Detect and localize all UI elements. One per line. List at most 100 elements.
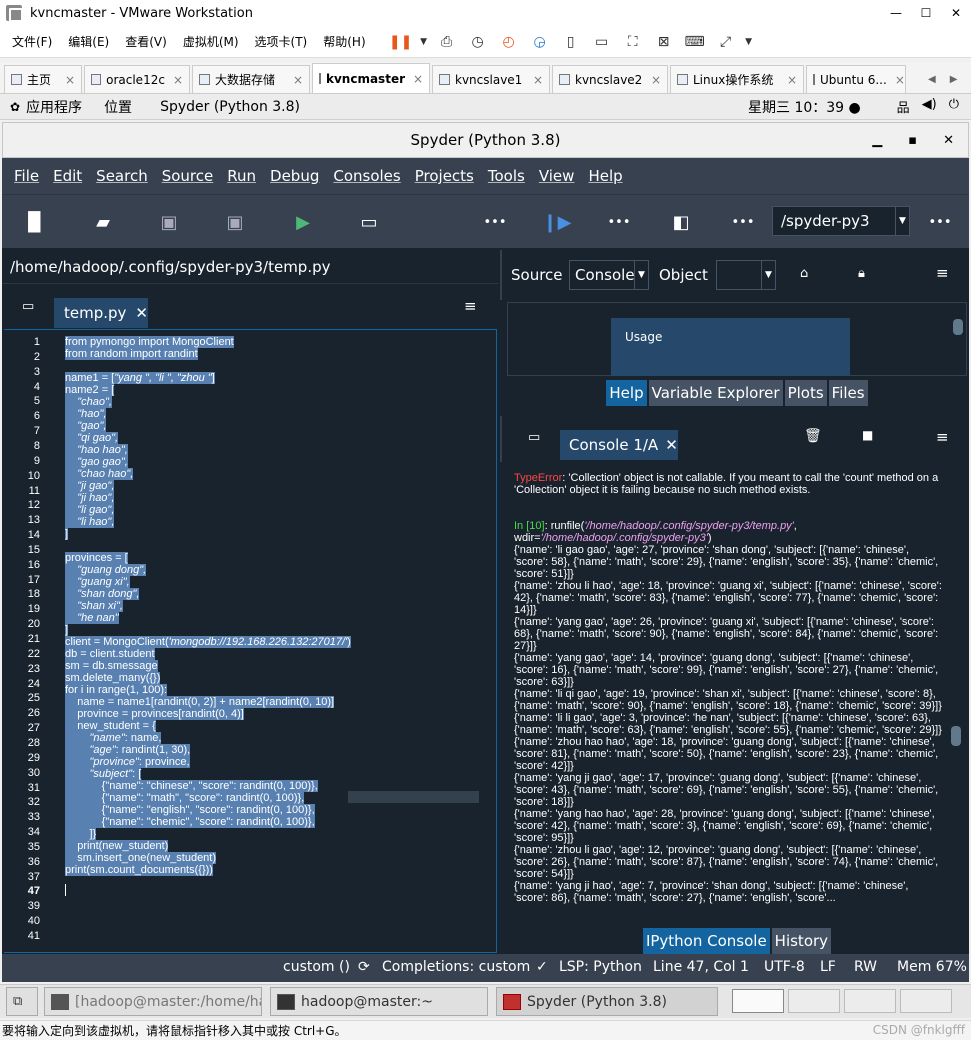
close-icon[interactable]: × <box>779 73 797 87</box>
maximize-icon[interactable]: ☐ <box>911 0 941 26</box>
console-view-icon[interactable]: ▭ <box>589 31 615 53</box>
pause-icon[interactable]: ❚❚ <box>388 31 414 53</box>
tab-kvncmaster[interactable]: kvncmaster × <box>312 63 430 93</box>
browse-tabs-icon[interactable]: ▭ <box>22 299 34 314</box>
power-icon[interactable]: ⏻ <box>949 97 959 116</box>
save-icon[interactable]: ▣ <box>158 211 180 233</box>
tab-oracle12c[interactable]: oracle12c × <box>84 65 190 93</box>
tab-home[interactable]: 主页 × <box>4 65 82 93</box>
close-icon[interactable]: ✕ <box>941 0 971 26</box>
menu-help[interactable]: Help <box>588 167 622 185</box>
maximize-pane-icon[interactable]: ◧ <box>670 211 692 233</box>
places-menu[interactable]: 位置 <box>104 97 132 117</box>
close-icon[interactable]: × <box>285 73 303 87</box>
console-tab[interactable]: Console 1/A ✕ <box>560 430 678 460</box>
options-menu-icon[interactable]: ≡ <box>936 428 949 446</box>
tab-plots[interactable]: Plots <box>784 380 827 406</box>
browse-tabs-icon[interactable]: ▭ <box>528 430 540 445</box>
tab-files[interactable]: Files <box>828 380 868 406</box>
taskbar-terminal-2[interactable]: hadoop@master:~ <box>270 987 488 1016</box>
tab-ubuntu[interactable]: Ubuntu 6... × <box>806 65 906 93</box>
tab-ipython-console[interactable]: IPython Console <box>642 928 770 954</box>
tab-linux[interactable]: Linux操作系统 × <box>670 65 804 93</box>
close-icon[interactable]: ✕ <box>135 304 148 322</box>
workspace-2[interactable] <box>788 989 840 1013</box>
menu-source[interactable]: Source <box>162 167 214 185</box>
taskbar-terminal-1[interactable]: [hadoop@master:/home/had··· <box>44 987 262 1016</box>
menu-tools[interactable]: Tools <box>488 167 525 185</box>
menu-file[interactable]: 文件(F) <box>12 33 52 50</box>
close-icon[interactable]: × <box>57 73 75 87</box>
close-icon[interactable]: ✕ <box>943 133 954 148</box>
more-icon[interactable]: ••• <box>608 211 631 233</box>
more-icon[interactable]: ••• <box>929 211 952 233</box>
options-menu-icon[interactable]: ≡ <box>936 264 949 282</box>
close-icon[interactable]: × <box>887 73 905 87</box>
show-desktop-button[interactable]: ⧉ <box>6 987 38 1016</box>
active-app[interactable]: Spyder (Python 3.8) <box>160 99 300 115</box>
clock[interactable]: 星期三 10：39 ● <box>748 97 861 117</box>
menu-tabs[interactable]: 选项卡(T) <box>255 33 308 50</box>
applications-menu[interactable]: 应用程序 <box>26 97 82 117</box>
taskbar-spyder[interactable]: Spyder (Python 3.8) <box>496 987 718 1016</box>
stretch-icon[interactable]: ⤢ <box>713 31 739 53</box>
volume-icon[interactable]: ◀) <box>922 97 937 116</box>
console-scrollbar[interactable] <box>950 466 962 920</box>
menu-help[interactable]: 帮助(H) <box>323 33 365 50</box>
terminal-icon[interactable]: ⌨ <box>682 31 708 53</box>
more-icon[interactable]: ••• <box>484 211 507 233</box>
menu-edit[interactable]: 编辑(E) <box>68 33 109 50</box>
workspace-1[interactable] <box>732 989 784 1013</box>
menu-projects[interactable]: Projects <box>415 167 474 185</box>
ipython-console[interactable]: TypeError: 'Collection' object is not ca… <box>507 462 966 926</box>
minimize-icon[interactable]: — <box>881 0 911 26</box>
menu-run[interactable]: Run <box>227 167 256 185</box>
home-icon[interactable]: ⌂ <box>800 266 808 281</box>
maximize-icon[interactable]: ▪ <box>908 133 917 148</box>
workspace-3[interactable] <box>844 989 896 1013</box>
menu-view[interactable]: 查看(V) <box>125 33 167 50</box>
source-combo[interactable]: Console ▼ <box>569 260 649 290</box>
tab-variable-explorer[interactable]: Variable Explorer <box>648 380 783 406</box>
tab-scroll-left-icon[interactable]: ◀ <box>928 74 936 85</box>
new-file-icon[interactable]: ▉ <box>24 211 46 233</box>
close-icon[interactable]: × <box>525 73 543 87</box>
object-combo[interactable]: ▼ <box>716 260 776 290</box>
run-icon[interactable]: ▶ <box>292 211 314 233</box>
debug-icon[interactable]: ❙▶ <box>543 211 572 233</box>
network-icon[interactable]: 品 <box>897 97 910 116</box>
tab-bigdata[interactable]: 大数据存储 × <box>192 65 310 93</box>
lock-icon[interactable]: 🔒︎ <box>858 266 865 281</box>
pythonpath-selector[interactable]: /spyder-py3 ▼ <box>772 206 910 236</box>
open-file-icon[interactable]: ▰ <box>92 211 114 233</box>
menu-vm[interactable]: 虚拟机(M) <box>183 33 239 50</box>
close-icon[interactable]: ✕ <box>665 436 678 454</box>
stop-icon[interactable]: ■ <box>862 428 873 442</box>
run-cell-icon[interactable]: ▭ <box>358 211 380 233</box>
editor-scrollbar[interactable] <box>481 334 493 948</box>
dropdown-icon[interactable]: ▼ <box>419 31 429 53</box>
more-icon[interactable]: ••• <box>732 211 755 233</box>
menu-view[interactable]: View <box>539 167 575 185</box>
unity-icon[interactable]: ⊠ <box>651 31 677 53</box>
close-icon[interactable]: × <box>643 73 661 87</box>
help-scrollbar[interactable] <box>952 305 964 373</box>
sidebar-icon[interactable]: ▯ <box>558 31 584 53</box>
menu-search[interactable]: Search <box>96 167 148 185</box>
close-icon[interactable]: × <box>405 72 423 86</box>
remove-variables-icon[interactable]: 🗑︎ <box>804 428 822 444</box>
menu-consoles[interactable]: Consoles <box>333 167 400 185</box>
tab-kvncslave2[interactable]: kvncslave2 × <box>552 65 668 93</box>
revert-snapshot-icon[interactable]: ◴ <box>496 31 522 53</box>
tab-history[interactable]: History <box>771 928 832 954</box>
tab-help[interactable]: Help <box>606 380 647 406</box>
save-all-icon[interactable]: ▣ <box>224 211 246 233</box>
send-keys-icon[interactable]: ⎙ <box>434 31 460 53</box>
tab-scroll-right-icon[interactable]: ▶ <box>950 74 958 85</box>
close-icon[interactable]: × <box>165 73 183 87</box>
tab-kvncslave1[interactable]: kvncslave1 × <box>432 65 550 93</box>
menu-debug[interactable]: Debug <box>270 167 319 185</box>
menu-file[interactable]: File <box>14 167 39 185</box>
dropdown-icon[interactable]: ▼ <box>744 31 754 53</box>
fullscreen-icon[interactable]: ⛶ <box>620 31 646 53</box>
